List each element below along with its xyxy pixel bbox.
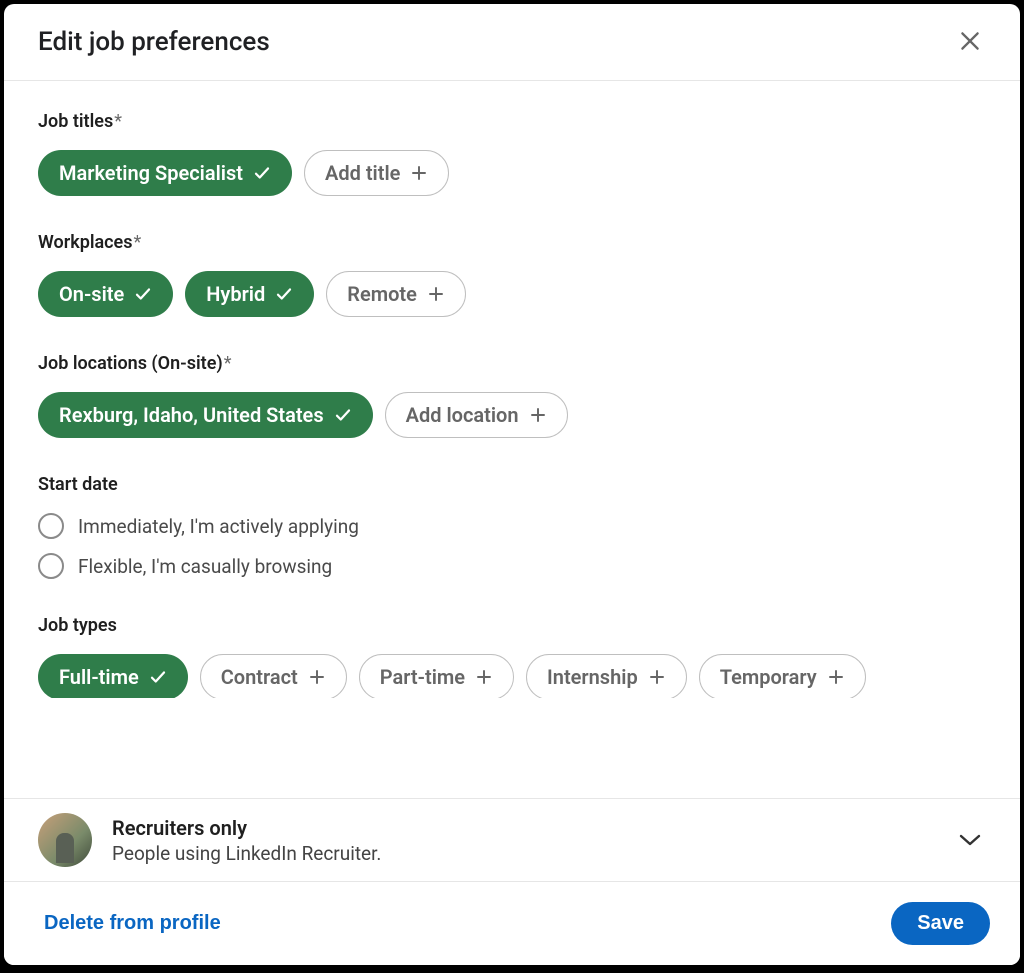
plus-icon	[427, 285, 445, 303]
section-workplaces: Workplaces* On-site Hybrid Remote	[38, 232, 986, 317]
plus-icon	[648, 668, 666, 686]
pill-label: Contract	[221, 665, 298, 689]
pill-label: Add title	[325, 161, 400, 185]
plus-icon	[410, 164, 428, 182]
modal-footer: Delete from profile Save	[4, 881, 1020, 965]
locations-label-text: Job locations (On-site)	[38, 353, 223, 374]
pill-jobtype-parttime[interactable]: Part-time	[359, 654, 514, 698]
section-job-types: Job types Full-time Contract Part-time	[38, 615, 986, 698]
job-titles-label-text: Job titles	[38, 111, 113, 132]
visibility-text: Recruiters only People using LinkedIn Re…	[112, 816, 950, 865]
pill-job-title-marketing-specialist[interactable]: Marketing Specialist	[38, 150, 292, 196]
radio-icon	[38, 553, 64, 579]
pill-label: Add location	[406, 403, 519, 427]
section-label-job-titles: Job titles*	[38, 111, 986, 132]
close-button[interactable]	[950, 22, 990, 62]
close-icon	[957, 28, 983, 57]
pill-row-locations: Rexburg, Idaho, United States Add locati…	[38, 392, 986, 438]
pill-label: Full-time	[59, 665, 139, 689]
required-asterisk: *	[224, 353, 232, 374]
section-label-job-types: Job types	[38, 615, 986, 636]
scroll-area: Job titles* Marketing Specialist Add tit…	[4, 81, 1020, 781]
required-asterisk: *	[114, 111, 122, 132]
save-button[interactable]: Save	[891, 902, 990, 945]
radio-icon	[38, 513, 64, 539]
pill-label: Remote	[347, 282, 417, 306]
section-label-locations: Job locations (On-site)*	[38, 353, 986, 374]
workplaces-label-text: Workplaces	[38, 232, 133, 253]
plus-icon	[827, 668, 845, 686]
pill-label: Temporary	[720, 665, 817, 689]
section-job-titles: Job titles* Marketing Specialist Add tit…	[38, 111, 986, 196]
pill-location-rexburg[interactable]: Rexburg, Idaho, United States	[38, 392, 373, 438]
check-icon	[253, 164, 271, 182]
edit-job-preferences-modal: Edit job preferences Job titles* Marketi…	[4, 4, 1020, 965]
visibility-title: Recruiters only	[112, 816, 950, 840]
pill-jobtype-contract[interactable]: Contract	[200, 654, 347, 698]
check-icon	[134, 285, 152, 303]
modal-title: Edit job preferences	[38, 27, 270, 57]
delete-from-profile-button[interactable]: Delete from profile	[44, 912, 221, 935]
avatar	[38, 813, 92, 867]
pill-label: Part-time	[380, 665, 465, 689]
check-icon	[275, 285, 293, 303]
check-icon	[149, 668, 167, 686]
section-label-workplaces: Workplaces*	[38, 232, 986, 253]
pill-workplace-hybrid[interactable]: Hybrid	[185, 271, 314, 317]
check-icon	[334, 406, 352, 424]
plus-icon	[475, 668, 493, 686]
radio-start-immediately[interactable]: Immediately, I'm actively applying	[38, 513, 986, 539]
pill-label: On-site	[59, 282, 124, 306]
radio-label-text: Flexible, I'm casually browsing	[78, 555, 332, 578]
plus-icon	[529, 406, 547, 424]
chevron-down-icon	[950, 820, 990, 860]
section-start-date: Start date Immediately, I'm actively app…	[38, 474, 986, 579]
pill-row-job-types: Full-time Contract Part-time Internship	[38, 654, 986, 698]
pill-label: Internship	[547, 665, 638, 689]
required-asterisk: *	[134, 232, 142, 253]
visibility-subtitle: People using LinkedIn Recruiter.	[112, 842, 950, 865]
pill-row-workplaces: On-site Hybrid Remote	[38, 271, 986, 317]
pill-label: Hybrid	[206, 282, 265, 306]
radio-start-flexible[interactable]: Flexible, I'm casually browsing	[38, 553, 986, 579]
radio-label-text: Immediately, I'm actively applying	[78, 515, 359, 538]
pill-row-job-titles: Marketing Specialist Add title	[38, 150, 986, 196]
pill-jobtype-fulltime[interactable]: Full-time	[38, 654, 188, 698]
pill-label: Rexburg, Idaho, United States	[59, 403, 324, 427]
pill-workplace-remote[interactable]: Remote	[326, 271, 466, 317]
pill-add-title[interactable]: Add title	[304, 150, 449, 196]
modal-body: Job titles* Marketing Specialist Add tit…	[4, 81, 1020, 881]
section-locations: Job locations (On-site)* Rexburg, Idaho,…	[38, 353, 986, 438]
section-label-start-date: Start date	[38, 474, 986, 495]
visibility-selector[interactable]: Recruiters only People using LinkedIn Re…	[4, 798, 1020, 881]
pill-workplace-onsite[interactable]: On-site	[38, 271, 173, 317]
pill-add-location[interactable]: Add location	[385, 392, 568, 438]
pill-jobtype-internship[interactable]: Internship	[526, 654, 687, 698]
pill-jobtype-temporary[interactable]: Temporary	[699, 654, 866, 698]
modal-header: Edit job preferences	[4, 4, 1020, 81]
pill-label: Marketing Specialist	[59, 161, 243, 185]
plus-icon	[308, 668, 326, 686]
